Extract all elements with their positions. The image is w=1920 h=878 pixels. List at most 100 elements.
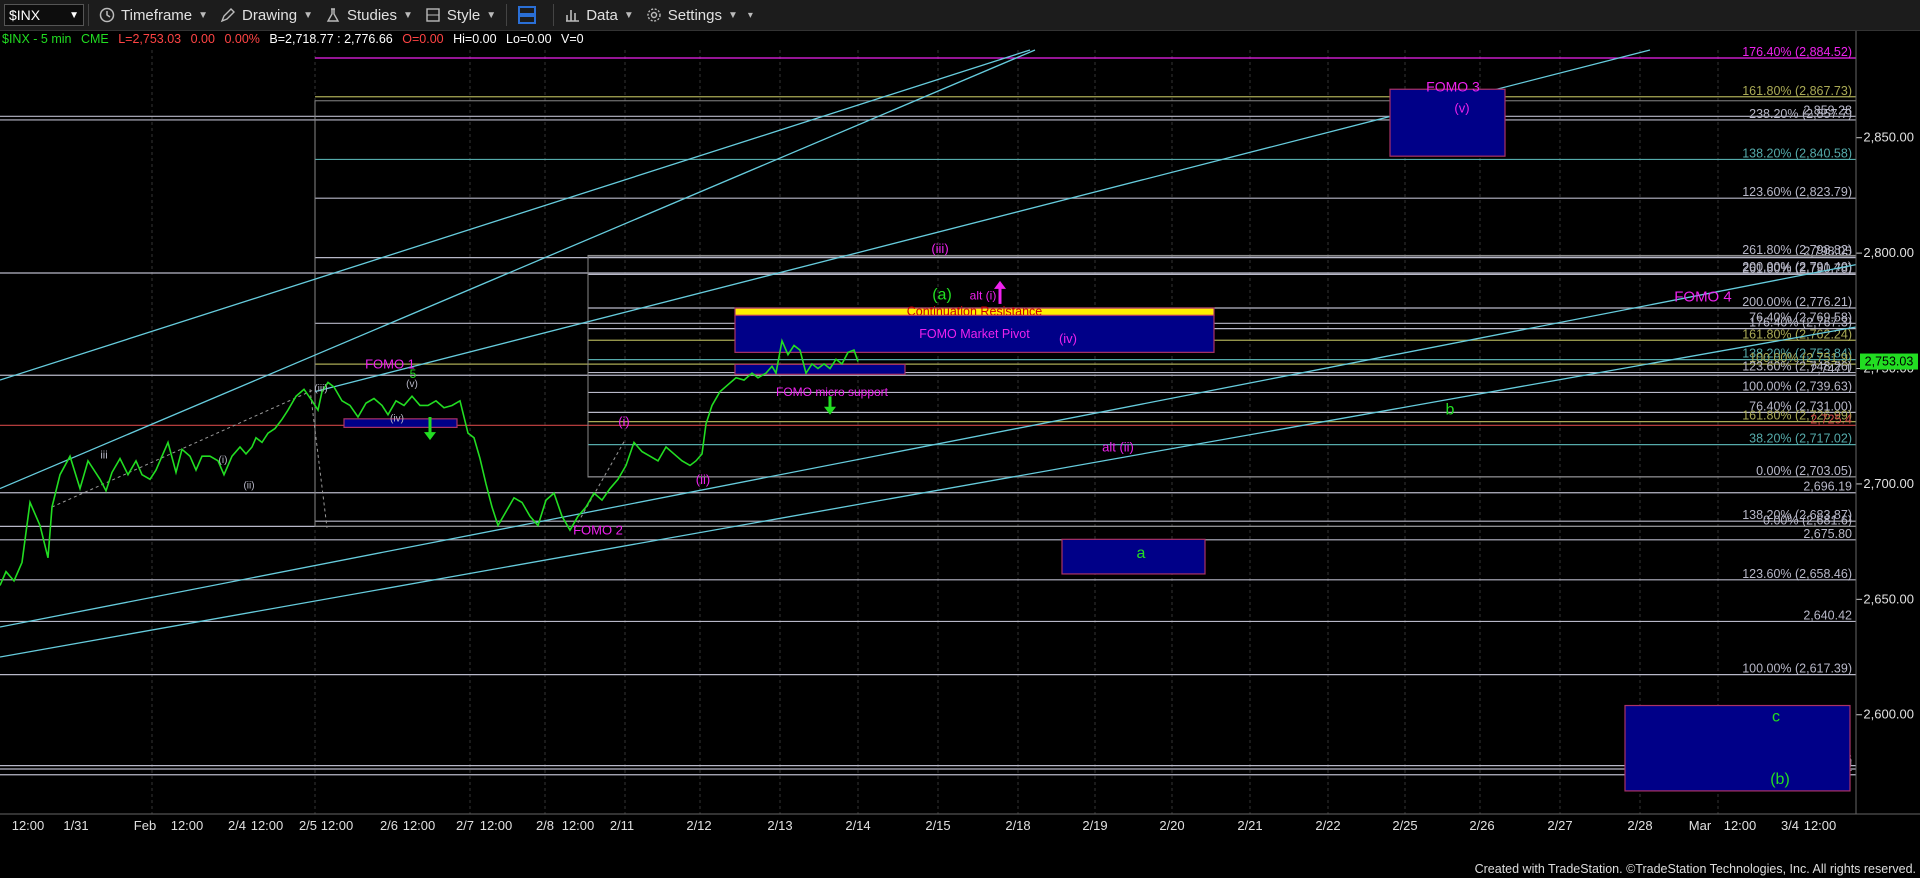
wave-annotation: (iii) — [931, 241, 948, 256]
x-axis-label: 2/15 — [925, 818, 950, 833]
chevron-down-icon: ▼ — [69, 9, 79, 21]
fib-level-label: 0.00% (2,681.6) — [1763, 513, 1852, 527]
bar-chart-icon — [566, 10, 580, 22]
chevron-down-icon: ▼ — [623, 9, 634, 21]
copyright-footer: Created with TradeStation. ©TradeStation… — [1474, 862, 1916, 876]
chevron-down-icon: ▼ — [486, 9, 497, 21]
wave-annotation: (iv) — [1059, 331, 1077, 346]
y-axis-label: 2,700.00 — [1863, 476, 1914, 491]
fib-level-label: 38.20% (2,717.02) — [1749, 432, 1852, 446]
wave-annotation: b — [1446, 402, 1455, 419]
wave-annotation: FOMO 3 — [1426, 79, 1480, 95]
x-axis-label: 3/4 — [1781, 818, 1799, 833]
info-hi: Hi=0.00 — [453, 32, 497, 46]
x-axis-label: 2/6 — [380, 818, 398, 833]
wave-annotation: alt (i) — [970, 288, 997, 302]
fib-level-label: 176.40% (2,884.52) — [1742, 45, 1852, 59]
x-axis-label: 2/22 — [1315, 818, 1340, 833]
x-axis-label: Feb — [134, 818, 156, 833]
fib-level-label: 2,798.05 — [1803, 245, 1852, 259]
fib-level-label: 200.00% (2,776.21) — [1742, 295, 1852, 309]
toolbar-separator — [553, 4, 555, 26]
x-axis-label: 12:00 — [562, 818, 595, 833]
wave-annotation: (v) — [406, 379, 418, 390]
chevron-down-icon: ▼ — [727, 9, 738, 21]
drawing-label: Drawing — [242, 6, 298, 24]
fib-level-label: 2,747.1 — [1810, 362, 1852, 376]
toolbar-separator — [88, 4, 89, 26]
x-axis-label: 2/11 — [610, 818, 634, 833]
fib-level-label: 2,725.4 — [1810, 412, 1852, 426]
x-axis-label: 2/7 — [456, 818, 474, 833]
wave-annotation: (i) — [219, 455, 228, 466]
x-axis-label: 2/19 — [1082, 818, 1107, 833]
x-axis-label: 2/25 — [1392, 818, 1417, 833]
layout-icon — [518, 6, 537, 24]
fib-level-label: 2,640.42 — [1803, 608, 1852, 622]
wave-annotation: FOMO 1 — [365, 357, 415, 372]
x-axis-label: 12:00 — [171, 818, 204, 833]
info-change-pct: 0.00% — [224, 32, 260, 46]
x-axis-label: 2/12 — [686, 818, 711, 833]
timeframe-button[interactable]: Timeframe ▼ — [93, 2, 214, 28]
clock-icon — [99, 7, 115, 23]
y-axis-label: 2,850.00 — [1863, 130, 1914, 145]
wave-annotation: alt (ii) — [1102, 440, 1134, 455]
layout-button[interactable] — [511, 2, 549, 28]
fib-level-label: 123.60% (2,823.79) — [1742, 185, 1852, 199]
data-button[interactable]: Data ▼ — [558, 2, 640, 28]
chevron-down-icon: ▼ — [198, 9, 209, 21]
symbol-selector[interactable]: $INX ▼ — [4, 4, 84, 26]
chevron-down-icon: ▼ — [303, 9, 313, 21]
wave-annotation: (v) — [1454, 100, 1469, 115]
fib-level-label: 2,696.19 — [1803, 480, 1852, 494]
toolbar: $INX ▼ Timeframe ▼ Drawing ▼ Studies ▼ Styl… — [0, 0, 1920, 31]
x-axis-label: 2/8 — [536, 818, 554, 833]
drawing-button[interactable]: Drawing ▼ — [214, 2, 319, 28]
x-axis-label: 2/14 — [845, 818, 870, 833]
symbol-text: $INX — [9, 7, 41, 23]
x-axis-label: 2/26 — [1469, 818, 1494, 833]
price-chart[interactable]: 176.40% (2,884.52) 161.80% (2,867.73) 2,85… — [0, 31, 1920, 853]
fib-level-label: 2,675.80 — [1803, 527, 1852, 541]
info-lo: Lo=0.00 — [506, 32, 552, 46]
style-icon — [426, 8, 440, 22]
x-axis-label: 2/18 — [1005, 818, 1030, 833]
x-axis-label: 2/21 — [1237, 818, 1262, 833]
x-axis-label: 2/13 — [767, 818, 792, 833]
wave-annotation: a — [1137, 545, 1146, 562]
y-axis-label: 2,650.00 — [1863, 591, 1914, 606]
style-button[interactable]: Style ▼ — [419, 2, 502, 28]
x-axis-label: 2/20 — [1159, 818, 1184, 833]
x-axis-label: 1/31 — [63, 818, 88, 833]
fib-level-label: 100.00% (2,617.39) — [1742, 662, 1852, 676]
fib-level-label: 161.80% (2,867.73) — [1742, 84, 1852, 98]
fib-level-label: 123.60% (2,658.46) — [1742, 567, 1852, 581]
wave-annotation: FOMO 2 — [573, 523, 623, 538]
studies-button[interactable]: Studies ▼ — [319, 2, 419, 28]
x-axis-label: 12:00 — [480, 818, 513, 833]
timeframe-label: Timeframe — [121, 6, 193, 24]
x-axis-label: 12:00 — [403, 818, 436, 833]
settings-button[interactable]: Settings ▼ ▾ — [640, 2, 759, 28]
wave-annotation: (i) — [618, 414, 630, 429]
info-exchange: CME — [80, 32, 109, 46]
x-axis-label: 12:00 — [321, 818, 354, 833]
zone-label: FOMO Market Pivot — [919, 327, 1030, 341]
flask-icon — [326, 8, 340, 22]
wave-annotation: (ii) — [243, 481, 254, 492]
wave-annotation: FOMO micro support — [776, 385, 889, 399]
info-bounds: B=2,718.77 : 2,776.66 — [269, 32, 393, 46]
wave-annotation: (ii) — [696, 472, 710, 487]
toolbar-separator — [506, 4, 508, 26]
chart-info-line: $INX - 5 min CME L=2,753.03 0.00 0.00% B… — [2, 32, 590, 46]
target-zone-box — [1624, 704, 1851, 792]
wave-annotation: iii — [100, 450, 107, 462]
chevron-down-icon: ▾ — [747, 9, 753, 21]
wave-annotation: FOMO 4 — [1674, 289, 1732, 306]
fib-level-label: 138.20% (2,840.58) — [1742, 146, 1852, 160]
data-label: Data — [586, 6, 618, 24]
target-zone-box — [1389, 88, 1506, 157]
info-last: L=2,753.03 — [118, 32, 182, 46]
x-axis-label: 12:00 — [1724, 818, 1757, 833]
